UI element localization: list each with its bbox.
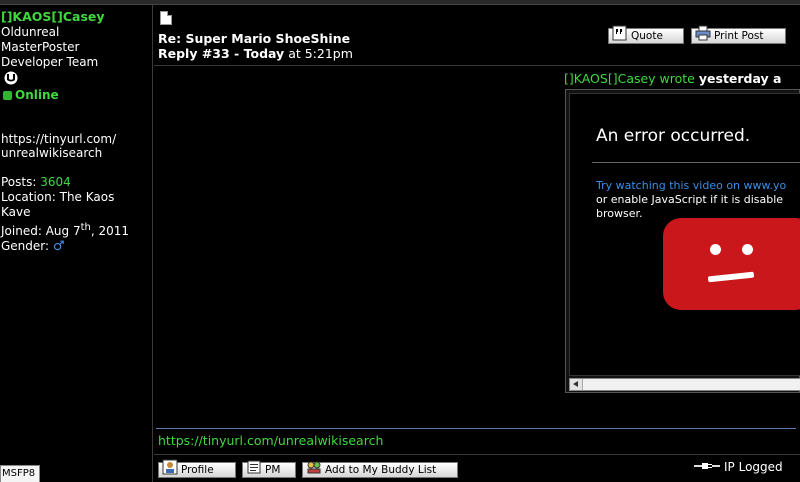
username-link[interactable]: []KAOS[]Casey xyxy=(1,9,105,24)
post-title[interactable]: Re: Super Mario ShoeShine xyxy=(158,31,350,46)
gender-stat: Gender: ♂ xyxy=(1,239,65,254)
quote-button[interactable]: Quote xyxy=(608,25,684,44)
website-line: https://tinyurl.com/ xyxy=(1,132,117,146)
online-label: Online xyxy=(15,88,59,102)
post-footer: Profile PM Add to My Buddy List IP Logge… xyxy=(154,454,800,482)
user-panel: []KAOS[]Casey Oldunreal MasterPoster Dev… xyxy=(0,5,153,482)
post-reply-info: Reply #33 - Today at 5:21pm xyxy=(158,46,353,61)
printer-icon xyxy=(695,25,711,41)
quote-time: yesterday a xyxy=(698,71,782,86)
buddy-icon xyxy=(307,461,321,474)
pm-button[interactable]: PM xyxy=(242,460,296,478)
scroll-left-arrow-icon[interactable] xyxy=(570,379,583,390)
posts-stat: Posts: 3604 xyxy=(1,175,71,189)
embedded-video[interactable]: An error occurred. Try watching this vid… xyxy=(565,89,800,393)
video-scrollbar[interactable] xyxy=(569,378,800,391)
website-line: unrealwikisearch xyxy=(1,146,103,160)
watch-on-youtube-link[interactable]: Try watching this video on www.yo xyxy=(596,179,786,193)
video-error-text: Try watching this video on www.yo or ena… xyxy=(596,179,787,220)
user-stats: Posts: 3604 Location: The Kaos Kave Join… xyxy=(1,175,129,254)
user-group-line: Oldunreal xyxy=(1,25,60,39)
video-player[interactable]: An error occurred. Try watching this vid… xyxy=(569,93,800,376)
profile-icon xyxy=(162,459,178,475)
quote-header: []KAOS[]Casey wrote yesterday a xyxy=(564,71,782,86)
profile-button[interactable]: Profile xyxy=(158,459,236,478)
video-error-divider xyxy=(592,162,800,163)
print-post-button[interactable]: Print Post xyxy=(691,25,786,44)
msfp-badge: MSFP8 xyxy=(0,465,40,482)
quote-block: []KAOS[]Casey wrote yesterday a An error… xyxy=(564,71,800,393)
location-stat-cont: Kave xyxy=(1,205,31,219)
signature-link[interactable]: https://tinyurl.com/unrealwikisearch xyxy=(158,433,383,448)
message-icon xyxy=(247,460,261,474)
posts-count: 3604 xyxy=(40,175,71,189)
male-icon: ♂ xyxy=(52,239,65,254)
user-group-line: MasterPoster xyxy=(1,40,80,54)
add-buddy-button[interactable]: Add to My Buddy List xyxy=(302,461,458,478)
joined-stat: Joined: Aug 7th, 2011 xyxy=(1,222,130,238)
user-groups: Oldunreal MasterPoster Developer Team xyxy=(1,25,98,70)
post-header: Re: Super Mario ShoeShine Reply #33 - To… xyxy=(154,5,800,66)
plug-icon xyxy=(694,463,720,469)
ip-logged: IP Logged xyxy=(694,460,783,474)
quote-author[interactable]: []KAOS[]Casey wrote xyxy=(564,71,695,86)
online-status: Online xyxy=(3,88,59,102)
user-group-line: Developer Team xyxy=(1,55,99,69)
user-website[interactable]: https://tinyurl.com/ unrealwikisearch xyxy=(1,132,116,160)
online-dot-icon xyxy=(3,91,12,100)
video-error-title: An error occurred. xyxy=(596,126,751,146)
location-stat: Location: The Kaos xyxy=(1,190,115,204)
sad-face-icon xyxy=(663,218,800,310)
quote-icon xyxy=(612,25,627,41)
unreal-logo-icon xyxy=(4,71,18,85)
signature-divider xyxy=(156,428,796,429)
post-body: []KAOS[]Casey wrote yesterday a An error… xyxy=(154,67,800,427)
post-document-icon xyxy=(160,11,172,25)
